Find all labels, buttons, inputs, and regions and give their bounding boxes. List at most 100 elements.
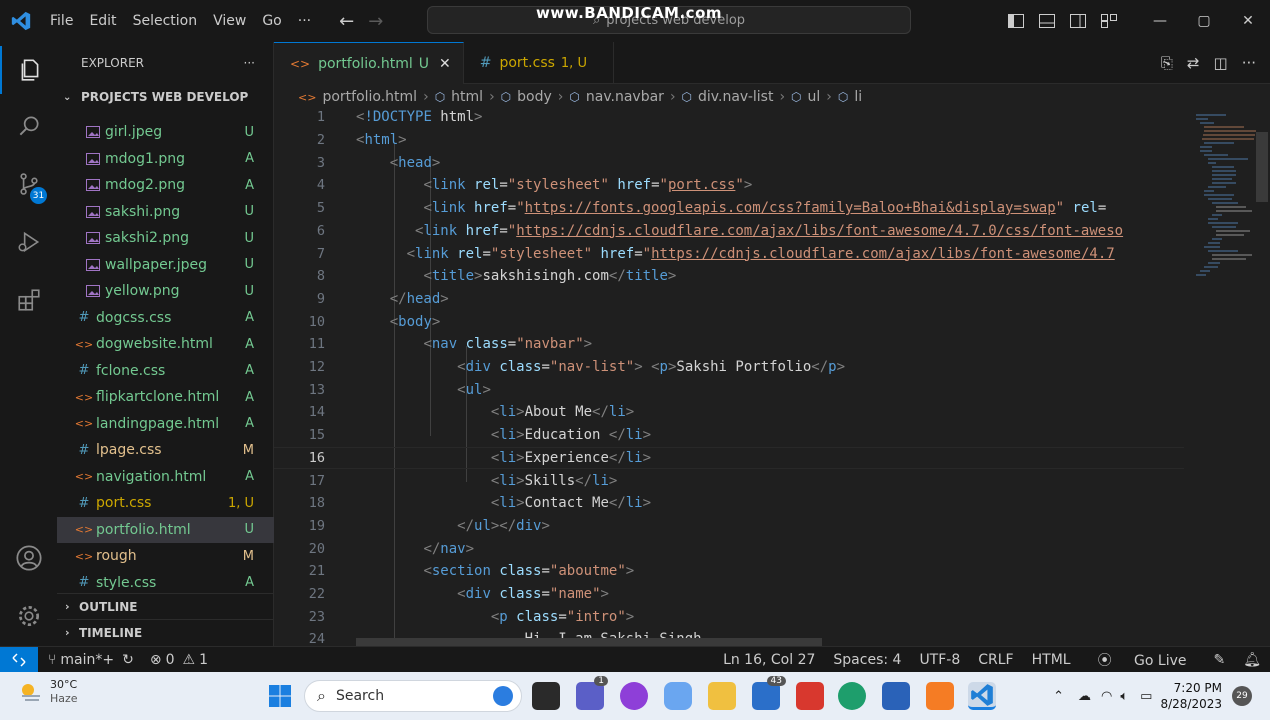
tab-port-css[interactable]: # port.css 1, U	[464, 42, 614, 84]
code-line[interactable]: 4 <link rel="stylesheet" href="port.css"…	[274, 174, 1184, 197]
file-item[interactable]: yellow.png U	[57, 278, 274, 305]
account-icon[interactable]	[0, 534, 57, 582]
breadcrumb-item[interactable]: li	[854, 89, 862, 105]
code-line[interactable]: 16 <li>Experience</li>	[274, 446, 1184, 470]
remote-indicator-icon[interactable]	[0, 646, 38, 673]
code-line[interactable]: 19 </ul></div>	[274, 515, 1184, 538]
battery-icon[interactable]: ▭	[1132, 689, 1160, 704]
edge-browser-icon[interactable]	[838, 682, 866, 710]
breadcrumb-item[interactable]: ul	[808, 89, 821, 105]
mail-icon[interactable]: 43	[752, 676, 786, 710]
chat-icon[interactable]: 1	[576, 676, 608, 710]
chevron-up-icon[interactable]: ⌃	[1045, 689, 1072, 704]
open-preview-icon[interactable]: ⎘	[1161, 54, 1173, 72]
copilot-icon[interactable]	[664, 682, 692, 710]
timeline-section[interactable]: › TIMELINE	[57, 619, 274, 645]
menu-file[interactable]: File	[42, 13, 81, 29]
menu-selection[interactable]: Selection	[125, 13, 206, 29]
file-item[interactable]: <> portfolio.html U	[57, 516, 274, 543]
code-line[interactable]: 6 <link href="https://cdnjs.cloudflare.c…	[274, 220, 1184, 243]
breadcrumb-item[interactable]: portfolio.html	[322, 89, 417, 105]
menu-more[interactable]: ···	[290, 13, 319, 29]
search-icon[interactable]	[0, 102, 57, 150]
tab-portfolio-html[interactable]: <> portfolio.html U ✕	[274, 42, 464, 84]
end-of-line[interactable]: CRLF	[969, 652, 1022, 668]
close-window-icon[interactable]: ✕	[1226, 0, 1270, 42]
vscode-taskbar-icon[interactable]	[968, 682, 996, 710]
encoding[interactable]: UTF-8	[910, 652, 969, 668]
breadcrumb-item[interactable]: html	[451, 89, 483, 105]
menu-go[interactable]: Go	[254, 13, 289, 29]
toggle-sidebar-icon[interactable]	[1000, 0, 1031, 42]
outline-section[interactable]: › OUTLINE	[57, 593, 274, 619]
code-line[interactable]: 23 <p class="intro">	[274, 605, 1184, 628]
settings-gear-icon[interactable]	[0, 592, 57, 640]
file-item[interactable]: <> navigation.html A	[57, 464, 274, 491]
extensions-icon[interactable]	[0, 276, 57, 324]
xampp-icon[interactable]	[926, 682, 954, 710]
menu-edit[interactable]: Edit	[81, 13, 124, 29]
project-folder-header[interactable]: ⌄ PROJECTS WEB DEVELOP	[57, 84, 273, 110]
explorer-icon[interactable]	[0, 46, 57, 94]
code-line[interactable]: 21 <section class="aboutme">	[274, 560, 1184, 583]
restore-icon[interactable]: ▢	[1182, 0, 1226, 42]
store-icon[interactable]	[882, 682, 910, 710]
file-item[interactable]: girl.jpeg U	[57, 119, 274, 146]
indentation[interactable]: Spaces: 4	[824, 652, 910, 668]
code-line[interactable]: 12 <div class="nav-list"> <p>Sakshi Port…	[274, 356, 1184, 379]
file-item[interactable]: <> dogwebsite.html A	[57, 331, 274, 358]
code-line[interactable]: 13 <ul>	[274, 378, 1184, 401]
breadcrumb-item[interactable]: body	[517, 89, 552, 105]
file-item[interactable]: # dogcss.css A	[57, 305, 274, 332]
file-item[interactable]: mdog2.png A	[57, 172, 274, 199]
close-tab-icon[interactable]: ✕	[439, 56, 451, 72]
clock[interactable]: 7:20 PM 8/28/2023	[1160, 680, 1222, 712]
code-line[interactable]: 18 <li>Contact Me</li>	[274, 492, 1184, 515]
split-editor-icon[interactable]: ◫	[1214, 54, 1228, 72]
code-line[interactable]: 11 <nav class="navbar">	[274, 333, 1184, 356]
file-item[interactable]: <> landingpage.html A	[57, 411, 274, 438]
code-line[interactable]: 10 <body>	[274, 310, 1184, 333]
minimize-icon[interactable]: —	[1138, 0, 1182, 42]
cursor-position[interactable]: Ln 16, Col 27	[714, 652, 824, 668]
file-item[interactable]: sakshi2.png U	[57, 225, 274, 252]
go-live-button[interactable]: ⦿ Go Live	[1080, 650, 1205, 670]
problems-indicator[interactable]: ⊗ 0 ⚠ 1	[150, 652, 208, 668]
sync-icon[interactable]: ↻	[122, 652, 134, 668]
explorer-more-icon[interactable]: ···	[244, 56, 255, 70]
code-line[interactable]: 17 <li>Skills</li>	[274, 469, 1184, 492]
branch-indicator[interactable]: ⑂ main*+ ↻	[48, 652, 134, 668]
windows-start-icon[interactable]	[268, 684, 292, 712]
file-item[interactable]: wallpaper.jpeg U	[57, 252, 274, 279]
customize-layout-icon[interactable]	[1093, 0, 1124, 42]
brave-browser-icon[interactable]	[620, 682, 648, 710]
code-line[interactable]: 9 </head>	[274, 288, 1184, 311]
code-line[interactable]: 5 <link href="https://fonts.googleapis.c…	[274, 197, 1184, 220]
toggle-panel-icon[interactable]	[1031, 0, 1062, 42]
breadcrumb-item[interactable]: nav.navbar	[586, 89, 664, 105]
file-item[interactable]: <> flipkartclone.html A	[57, 384, 274, 411]
notifications-bell-icon[interactable]: 🔔︎	[1234, 652, 1270, 668]
code-line[interactable]: 1 <!DOCTYPE html>	[274, 106, 1184, 129]
file-item[interactable]: # lpage.css M	[57, 437, 274, 464]
language-mode[interactable]: HTML	[1023, 652, 1080, 668]
toggle-secondary-sidebar-icon[interactable]	[1062, 0, 1093, 42]
code-line[interactable]: 8 <title>sakshisingh.com</title>	[274, 265, 1184, 288]
back-arrow-icon[interactable]: ←	[339, 11, 354, 32]
source-control-icon[interactable]: 31	[0, 160, 57, 208]
task-view-icon[interactable]	[532, 682, 560, 710]
horizontal-scrollbar[interactable]	[356, 638, 822, 646]
run-debug-icon[interactable]	[0, 218, 57, 266]
code-line[interactable]: 7 <link rel="stylesheet" href="https://c…	[274, 242, 1184, 265]
code-line[interactable]: 3 <head>	[274, 151, 1184, 174]
onedrive-cloud-icon[interactable]: ☁	[1072, 689, 1097, 704]
code-line[interactable]: 2 <html>	[274, 129, 1184, 152]
file-item[interactable]: # fclone.css A	[57, 358, 274, 385]
more-actions-icon[interactable]: ···	[1242, 54, 1256, 72]
wifi-icon[interactable]: ◠	[1097, 689, 1116, 704]
file-explorer-icon[interactable]	[708, 682, 736, 710]
code-line[interactable]: 15 <li>Education </li>	[274, 424, 1184, 447]
compare-changes-icon[interactable]: ⇄	[1187, 54, 1200, 72]
breadcrumb-item[interactable]: div.nav-list	[698, 89, 773, 105]
vertical-scrollbar[interactable]	[1256, 132, 1268, 202]
